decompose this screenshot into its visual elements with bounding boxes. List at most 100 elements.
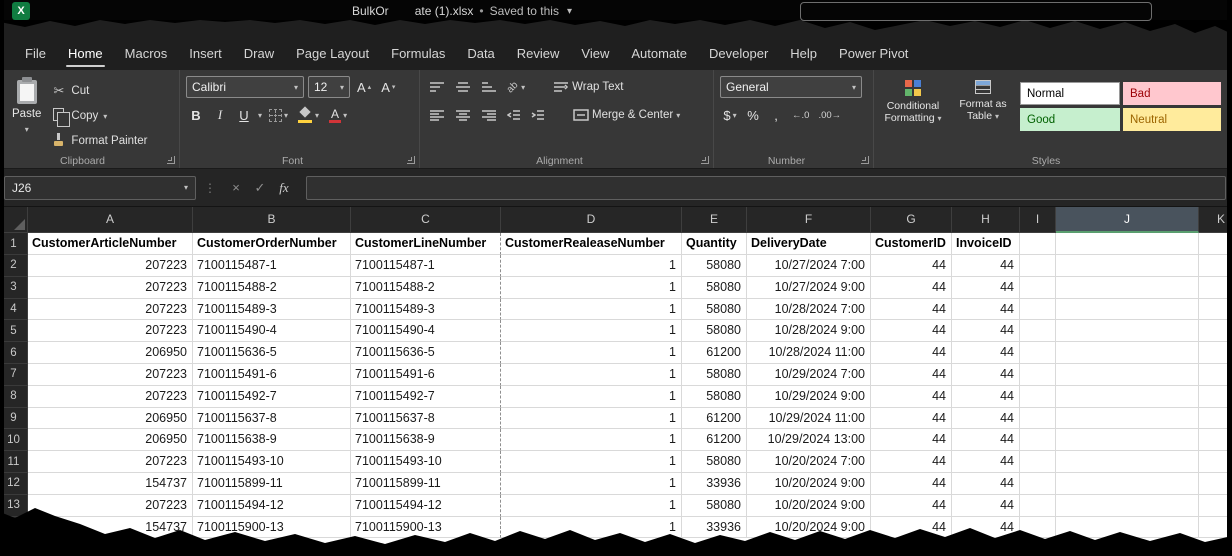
merge-center-button[interactable]: Merge & Center ▾ — [570, 104, 683, 126]
tab-home[interactable]: Home — [57, 40, 114, 67]
cell-E8[interactable]: 58080 — [682, 386, 747, 408]
row-header-9[interactable]: 9 — [0, 408, 28, 430]
tab-automate[interactable]: Automate — [620, 40, 698, 67]
cell-J14[interactable] — [1056, 517, 1199, 539]
cell-B9[interactable]: 7100115637-8 — [193, 408, 351, 430]
wrap-text-button[interactable]: Wrap Text — [550, 76, 626, 98]
increase-decimal-button[interactable]: ←.0 — [789, 104, 812, 126]
cell-G4[interactable]: 44 — [871, 299, 952, 321]
cell-H12[interactable]: 44 — [952, 473, 1020, 495]
row-header-13[interactable]: 13 — [0, 495, 28, 517]
cell-G14[interactable]: 44 — [871, 517, 952, 539]
tab-macros[interactable]: Macros — [114, 40, 179, 67]
cell-F7[interactable]: 10/29/2024 7:00 — [747, 364, 871, 386]
cell-F13[interactable]: 10/20/2024 9:00 — [747, 495, 871, 517]
alignment-dialog-launcher-icon[interactable] — [701, 156, 709, 164]
cell-G1[interactable]: CustomerID — [871, 233, 952, 255]
number-format-select[interactable]: General ▾ — [720, 76, 862, 98]
cell-A12[interactable]: 154737 — [28, 473, 193, 495]
column-header-C[interactable]: C — [351, 207, 501, 233]
italic-button[interactable]: I — [210, 104, 230, 126]
cell-style-bad[interactable]: Bad — [1123, 82, 1221, 105]
cell-I12[interactable] — [1020, 473, 1056, 495]
cell-H7[interactable]: 44 — [952, 364, 1020, 386]
cell-C7[interactable]: 7100115491-6 — [351, 364, 501, 386]
cut-button[interactable]: ✂ Cut — [47, 80, 151, 102]
cell-J2[interactable] — [1056, 255, 1199, 277]
tab-draw[interactable]: Draw — [233, 40, 285, 67]
cell-B1[interactable]: CustomerOrderNumber — [193, 233, 351, 255]
merge-center-dropdown-icon[interactable]: ▾ — [676, 111, 680, 120]
underline-button[interactable]: U — [234, 104, 254, 126]
cell-G12[interactable]: 44 — [871, 473, 952, 495]
top-align-button[interactable] — [426, 76, 448, 98]
enter-icon[interactable]: ✓ — [248, 180, 272, 196]
paste-dropdown-icon[interactable]: ▾ — [25, 125, 29, 134]
cell-C8[interactable]: 7100115492-7 — [351, 386, 501, 408]
cell-B2[interactable]: 7100115487-1 — [193, 255, 351, 277]
column-header-F[interactable]: F — [747, 207, 871, 233]
cell-H5[interactable]: 44 — [952, 320, 1020, 342]
column-header-G[interactable]: G — [871, 207, 952, 233]
cell-D4[interactable]: 1 — [501, 299, 682, 321]
row-header-14[interactable]: 14 — [0, 517, 28, 539]
cell-H10[interactable]: 44 — [952, 429, 1020, 451]
cell-I11[interactable] — [1020, 451, 1056, 473]
cell-E12[interactable]: 33936 — [682, 473, 747, 495]
cell-A2[interactable]: 207223 — [28, 255, 193, 277]
cell-G10[interactable]: 44 — [871, 429, 952, 451]
cell-J7[interactable] — [1056, 364, 1199, 386]
cell-C3[interactable]: 7100115488-2 — [351, 277, 501, 299]
cell-F8[interactable]: 10/29/2024 9:00 — [747, 386, 871, 408]
cell-J3[interactable] — [1056, 277, 1199, 299]
cell-E3[interactable]: 58080 — [682, 277, 747, 299]
grow-font-button[interactable]: A▴ — [354, 76, 374, 98]
column-header-A[interactable]: A — [28, 207, 193, 233]
format-as-table-button[interactable]: Format as Table ▾ — [950, 76, 1016, 152]
cell-C10[interactable]: 7100115638-9 — [351, 429, 501, 451]
align-center-button[interactable] — [452, 104, 474, 126]
cell-C1[interactable]: CustomerLineNumber — [351, 233, 501, 255]
name-box-dropdown-icon[interactable]: ▾ — [184, 183, 188, 192]
cell-style-neutral[interactable]: Neutral — [1123, 108, 1221, 131]
cell-F11[interactable]: 10/20/2024 7:00 — [747, 451, 871, 473]
column-header-E[interactable]: E — [682, 207, 747, 233]
cell-A14[interactable]: 154737 — [28, 517, 193, 539]
cell-H3[interactable]: 44 — [952, 277, 1020, 299]
cell-I6[interactable] — [1020, 342, 1056, 364]
cell-I2[interactable] — [1020, 255, 1056, 277]
borders-button[interactable]: ▾ — [266, 104, 291, 126]
row-header-1[interactable]: 1 — [0, 233, 28, 255]
cell-D14[interactable]: 1 — [501, 517, 682, 539]
formula-input[interactable] — [306, 176, 1226, 200]
cell-E10[interactable]: 61200 — [682, 429, 747, 451]
cell-D9[interactable]: 1 — [501, 408, 682, 430]
cell-D10[interactable]: 1 — [501, 429, 682, 451]
tab-view[interactable]: View — [570, 40, 620, 67]
row-header-5[interactable]: 5 — [0, 320, 28, 342]
orientation-button[interactable]: ab ▾ — [504, 76, 528, 98]
cell-I9[interactable] — [1020, 408, 1056, 430]
cell-F3[interactable]: 10/27/2024 9:00 — [747, 277, 871, 299]
cell-B5[interactable]: 7100115490-4 — [193, 320, 351, 342]
font-size-select[interactable]: 12 ▾ — [308, 76, 350, 98]
cell-C14[interactable]: 7100115900-13 — [351, 517, 501, 539]
accounting-format-button[interactable]: $▾ — [720, 104, 740, 126]
tab-review[interactable]: Review — [506, 40, 571, 67]
cell-G13[interactable]: 44 — [871, 495, 952, 517]
underline-dropdown-icon[interactable]: ▾ — [258, 111, 262, 120]
tab-formulas[interactable]: Formulas — [380, 40, 456, 67]
cell-I10[interactable] — [1020, 429, 1056, 451]
cell-J13[interactable] — [1056, 495, 1199, 517]
cell-J6[interactable] — [1056, 342, 1199, 364]
bold-button[interactable]: B — [186, 104, 206, 126]
cell-H2[interactable]: 44 — [952, 255, 1020, 277]
font-name-select[interactable]: Calibri ▾ — [186, 76, 304, 98]
cell-I8[interactable] — [1020, 386, 1056, 408]
cell-I14[interactable] — [1020, 517, 1056, 539]
copy-dropdown-icon[interactable]: ▾ — [103, 112, 107, 121]
cell-I5[interactable] — [1020, 320, 1056, 342]
font-color-button[interactable]: A▾ — [326, 104, 350, 126]
cell-J10[interactable] — [1056, 429, 1199, 451]
cancel-icon[interactable]: × — [224, 180, 248, 195]
